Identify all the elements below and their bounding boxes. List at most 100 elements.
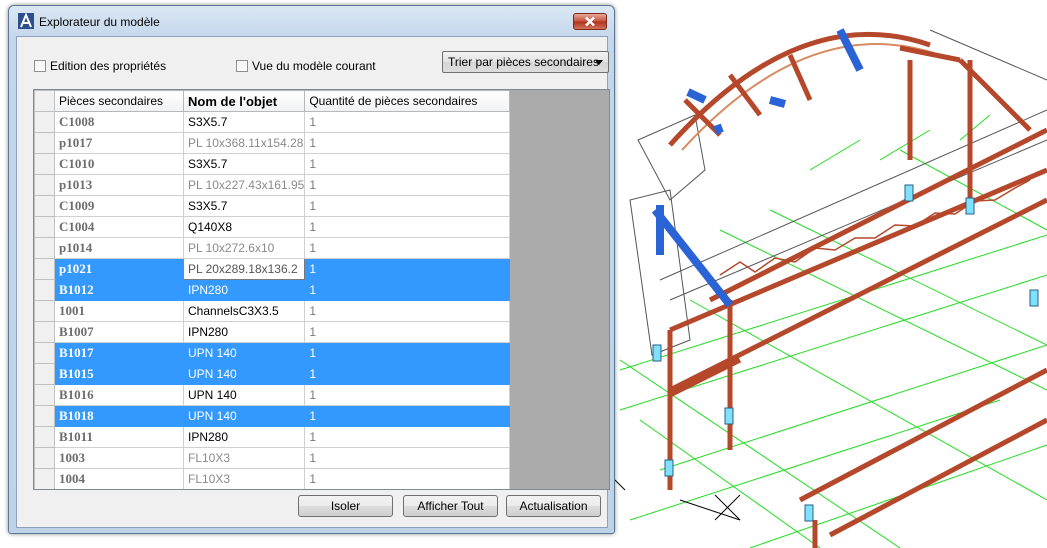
- row-header[interactable]: [34, 216, 55, 238]
- table-row[interactable]: B1018 UPN 140 1: [34, 405, 511, 427]
- cell-object-name[interactable]: IPN280: [182, 279, 306, 301]
- row-header[interactable]: [34, 174, 55, 196]
- table-row[interactable]: C1008 S3X5.7 1: [34, 111, 511, 133]
- cell-part[interactable]: B1012: [54, 279, 184, 301]
- table-row[interactable]: B1007 IPN280 1: [34, 321, 511, 343]
- row-header[interactable]: [34, 153, 55, 175]
- table-row[interactable]: p1021 PL 20x289.18x136.2 1: [34, 258, 511, 280]
- current-model-view-checkbox[interactable]: Vue du modèle courant: [236, 59, 376, 73]
- cell-quantity[interactable]: 1: [304, 111, 511, 133]
- cell-quantity[interactable]: 1: [304, 426, 511, 448]
- cell-part[interactable]: C1009: [54, 195, 184, 217]
- table-row[interactable]: p1017 PL 10x368.11x154.28 1: [34, 132, 511, 154]
- cell-quantity[interactable]: 1: [304, 447, 511, 469]
- cell-object-name[interactable]: S3X5.7: [182, 153, 306, 175]
- model-viewport[interactable]: [600, 0, 1047, 548]
- cell-object-name[interactable]: PL 10x272.6x10: [182, 237, 306, 259]
- cell-part[interactable]: C1010: [54, 153, 184, 175]
- cell-quantity[interactable]: 1: [304, 237, 511, 259]
- cell-object-name[interactable]: IPN280: [182, 321, 306, 343]
- cell-object-name[interactable]: UPN 140: [182, 342, 306, 364]
- row-header[interactable]: [34, 468, 55, 489]
- cell-quantity[interactable]: 1: [304, 216, 511, 238]
- isolate-button[interactable]: Isoler: [298, 495, 393, 517]
- row-header[interactable]: [34, 132, 55, 154]
- cell-object-name[interactable]: UPN 140: [182, 405, 306, 427]
- title-bar[interactable]: Explorateur du modèle: [9, 6, 614, 36]
- cell-quantity[interactable]: 1: [304, 153, 511, 175]
- table-row[interactable]: 1003 FL10X3 1: [34, 447, 511, 469]
- table-row[interactable]: C1004 Q140X8 1: [34, 216, 511, 238]
- cell-quantity[interactable]: 1: [304, 321, 511, 343]
- row-header[interactable]: [34, 342, 55, 364]
- row-header[interactable]: [34, 237, 55, 259]
- cell-object-name[interactable]: IPN280: [182, 426, 306, 448]
- cell-quantity[interactable]: 1: [304, 132, 511, 154]
- table-row[interactable]: 1004 FL10X3 1: [34, 468, 511, 489]
- cell-quantity[interactable]: 1: [304, 195, 511, 217]
- cell-object-name[interactable]: PL 10x368.11x154.28: [182, 132, 306, 154]
- table-row[interactable]: p1013 PL 10x227.43x161.95 1: [34, 174, 511, 196]
- table-row[interactable]: C1010 S3X5.7 1: [34, 153, 511, 175]
- cell-object-name[interactable]: UPN 140: [182, 363, 306, 385]
- cell-quantity[interactable]: 1: [304, 279, 511, 301]
- cell-part[interactable]: 1004: [54, 468, 184, 489]
- row-header[interactable]: [34, 300, 55, 322]
- cell-part[interactable]: C1008: [54, 111, 184, 133]
- table-row[interactable]: B1012 IPN280 1: [34, 279, 511, 301]
- table-row[interactable]: 1001 ChannelsC3X3.5 1: [34, 300, 511, 322]
- cell-object-name[interactable]: FL10X3: [182, 468, 306, 489]
- column-header-parts[interactable]: Pièces secondaires: [54, 90, 184, 112]
- row-header[interactable]: [34, 447, 55, 469]
- cell-part[interactable]: B1016: [54, 384, 184, 406]
- row-header[interactable]: [34, 426, 55, 448]
- cell-quantity[interactable]: 1: [304, 258, 511, 280]
- cell-quantity[interactable]: 1: [304, 363, 511, 385]
- cell-part[interactable]: p1021: [54, 258, 184, 280]
- cell-object-name[interactable]: PL 10x227.43x161.95: [182, 174, 306, 196]
- column-header-object-name[interactable]: Nom de l'objet: [182, 90, 306, 112]
- table-row[interactable]: B1011 IPN280 1: [34, 426, 511, 448]
- row-header[interactable]: [34, 405, 55, 427]
- cell-quantity[interactable]: 1: [304, 174, 511, 196]
- cell-part[interactable]: B1011: [54, 426, 184, 448]
- chevron-down-icon[interactable]: [595, 60, 603, 65]
- cell-part[interactable]: C1004: [54, 216, 184, 238]
- checkbox-box[interactable]: [236, 60, 248, 72]
- cell-part[interactable]: B1015: [54, 363, 184, 385]
- row-header[interactable]: [34, 321, 55, 343]
- refresh-button[interactable]: Actualisation: [506, 495, 601, 517]
- cell-part[interactable]: 1001: [54, 300, 184, 322]
- table-row[interactable]: C1009 S3X5.7 1: [34, 195, 511, 217]
- cell-part[interactable]: p1017: [54, 132, 184, 154]
- cell-quantity[interactable]: 1: [304, 405, 511, 427]
- row-header[interactable]: [34, 195, 55, 217]
- row-header[interactable]: [34, 279, 55, 301]
- sort-dropdown[interactable]: Trier par pièces secondaires: [442, 51, 609, 73]
- cell-object-name[interactable]: S3X5.7: [182, 111, 306, 133]
- cell-quantity[interactable]: 1: [304, 384, 511, 406]
- cell-object-name[interactable]: UPN 140: [182, 384, 306, 406]
- cell-quantity[interactable]: 1: [304, 300, 511, 322]
- close-button[interactable]: [573, 13, 607, 30]
- row-header[interactable]: [34, 363, 55, 385]
- cell-object-name[interactable]: FL10X3: [182, 447, 306, 469]
- table-row[interactable]: B1016 UPN 140 1: [34, 384, 511, 406]
- cell-part[interactable]: B1017: [54, 342, 184, 364]
- cell-part[interactable]: B1018: [54, 405, 184, 427]
- cell-part[interactable]: p1013: [54, 174, 184, 196]
- cell-object-name[interactable]: Q140X8: [182, 216, 306, 238]
- cell-object-name[interactable]: PL 20x289.18x136.2: [182, 258, 306, 280]
- table-row[interactable]: B1017 UPN 140 1: [34, 342, 511, 364]
- cell-quantity[interactable]: 1: [304, 468, 511, 489]
- row-header[interactable]: [34, 111, 55, 133]
- checkbox-box[interactable]: [34, 60, 46, 72]
- cell-object-name[interactable]: S3X5.7: [182, 195, 306, 217]
- cell-part[interactable]: B1007: [54, 321, 184, 343]
- cell-part[interactable]: p1014: [54, 237, 184, 259]
- show-all-button[interactable]: Afficher Tout: [403, 495, 498, 517]
- row-header[interactable]: [34, 384, 55, 406]
- table-row[interactable]: B1015 UPN 140 1: [34, 363, 511, 385]
- edit-properties-checkbox[interactable]: Edition des propriétés: [34, 59, 166, 73]
- parts-grid[interactable]: Pièces secondaires Nom de l'objet Quanti…: [33, 89, 610, 490]
